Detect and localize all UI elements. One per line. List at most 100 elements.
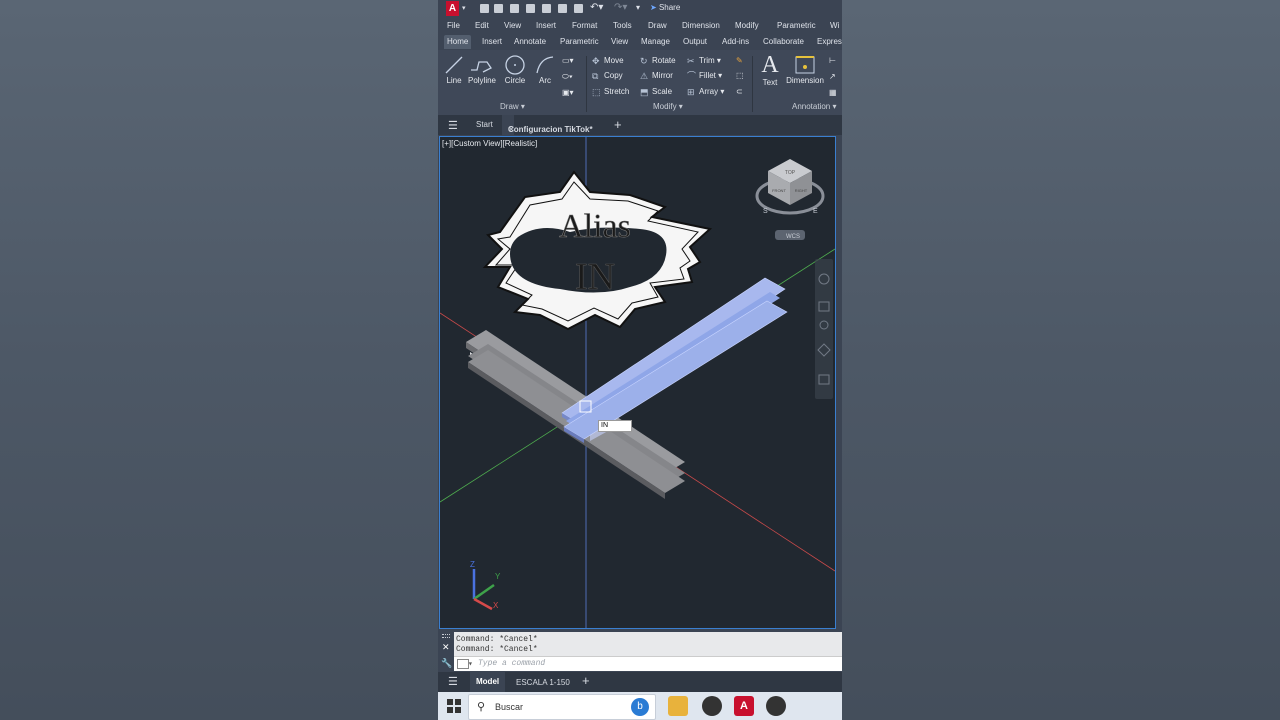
explode-icon[interactable]: ⬚ [736, 71, 744, 80]
hatch-icon[interactable]: ⬭▾ [562, 72, 573, 82]
rectangle-icon[interactable]: ▭▾ [562, 56, 574, 65]
tab-parametric[interactable]: Parametric [560, 37, 599, 46]
menu-draw[interactable]: Draw [648, 21, 667, 30]
app-menu-chevron-icon[interactable]: ▾ [462, 4, 466, 12]
file-explorer-icon[interactable] [668, 696, 688, 716]
customize-wrench-icon[interactable]: 🔧 [441, 658, 452, 669]
menu-edit[interactable]: Edit [475, 21, 489, 30]
viewport-controls-label[interactable]: [+][Custom View][Realistic] [442, 139, 537, 148]
annotation-panel-title[interactable]: Annotation ▾ [792, 102, 837, 111]
tab-add-ins[interactable]: Add-ins [722, 37, 749, 46]
sticker-text-in: IN [575, 256, 615, 298]
tab-model[interactable]: Model [470, 672, 506, 692]
tab-collaborate[interactable]: Collaborate [763, 37, 804, 46]
tab-start[interactable]: Start [476, 120, 493, 129]
tab-insert[interactable]: Insert [482, 37, 502, 46]
menu-dimension[interactable]: Dimension [682, 21, 720, 30]
command-chevron-icon[interactable]: ▾ [468, 659, 473, 669]
menu-modify[interactable]: Modify [735, 21, 759, 30]
dimension-button[interactable]: Dimension [784, 54, 826, 85]
trim-button[interactable]: ✂ Trim ▾ [687, 56, 721, 66]
text-label: Text [762, 78, 778, 87]
alias-in-sticker: Alias IN [482, 170, 713, 331]
fillet-button[interactable]: ⌒ Fillet ▾ [687, 71, 722, 81]
arc-button[interactable]: Arc [533, 54, 557, 85]
autocad-taskbar-icon[interactable]: A [734, 696, 754, 716]
tab-express[interactable]: Express [817, 37, 842, 46]
command-input[interactable]: ▾ Type a command [454, 656, 842, 671]
array-button[interactable]: ⊞ Array ▾ [687, 87, 724, 97]
tab-home[interactable]: Home [444, 35, 472, 49]
draw-panel-title[interactable]: Draw ▾ [500, 102, 525, 111]
line-label: Line [446, 76, 462, 85]
customize-qat-icon[interactable]: ▾ [636, 3, 640, 12]
app-recorder-icon[interactable] [702, 696, 722, 716]
new-file-icon[interactable] [480, 4, 489, 13]
windows-start-icon[interactable] [447, 699, 461, 713]
redo-icon[interactable]: ↷▾ [614, 2, 627, 13]
leader-icon[interactable]: ↗ [829, 72, 836, 81]
dynamic-input-field[interactable]: IN [598, 420, 632, 432]
menu-parametric[interactable]: Parametric [777, 21, 816, 30]
bing-icon[interactable]: b [631, 698, 649, 716]
menu-file[interactable]: File [447, 21, 460, 30]
background-right [842, 0, 1280, 720]
offset-icon[interactable]: ⊂ [736, 87, 743, 96]
erase-icon[interactable]: ✎ [736, 56, 743, 65]
menu-insert[interactable]: Insert [536, 21, 556, 30]
hamburger-menu-icon[interactable]: ☰ [448, 119, 458, 132]
compass-e-label: E [813, 208, 818, 215]
share-button[interactable]: ➤ Share [650, 3, 680, 12]
line-button[interactable]: Line [442, 54, 466, 85]
menu-tools[interactable]: Tools [613, 21, 632, 30]
open-file-icon[interactable] [494, 4, 503, 13]
save-web-icon[interactable] [558, 4, 567, 13]
modify-panel-title[interactable]: Modify ▾ [653, 102, 683, 111]
menu-view[interactable]: View [504, 21, 521, 30]
text-button[interactable]: A Text [758, 52, 782, 87]
table-icon[interactable]: ▦ [829, 88, 837, 97]
taskbar-search[interactable]: ⚲ Buscar b [468, 694, 656, 720]
open-web-icon[interactable] [542, 4, 551, 13]
ucs-icon: Z Y X [470, 560, 501, 611]
undo-icon[interactable]: ↶▾ [590, 2, 603, 13]
linear-dim-icon[interactable]: ⊢ [829, 56, 836, 65]
circle-button[interactable]: Circle [502, 54, 528, 85]
scale-button[interactable]: ⬒ Scale [640, 87, 672, 97]
drawing-viewport[interactable]: Alias IN TOP FRONT RIGHT S E WCS Z Y X [… [439, 136, 836, 629]
move-button[interactable]: ✥ Move [592, 56, 624, 66]
save-as-icon[interactable] [526, 4, 535, 13]
command-history-line: Command: *Cancel* [456, 645, 538, 654]
tab-manage[interactable]: Manage [641, 37, 670, 46]
plot-icon[interactable] [574, 4, 583, 13]
autocad-logo-icon[interactable]: A [446, 1, 459, 16]
mirror-button[interactable]: ⚠ Mirror [640, 71, 673, 81]
new-tab-plus-icon[interactable]: + [614, 117, 622, 132]
save-icon[interactable] [510, 4, 519, 13]
viewcube[interactable]: TOP FRONT RIGHT S E WCS [755, 159, 825, 240]
trim-icon: ✂ [687, 56, 695, 66]
viewcube-right-label: RIGHT [795, 188, 808, 193]
close-command-icon[interactable]: ✕ [442, 642, 450, 653]
layout-menu-icon[interactable]: ☰ [448, 675, 458, 688]
tab-output[interactable]: Output [683, 37, 707, 46]
tab-view[interactable]: View [611, 37, 628, 46]
menu-format[interactable]: Format [572, 21, 597, 30]
grip-icon[interactable] [442, 634, 450, 638]
copy-button[interactable]: ⧉ Copy [592, 71, 623, 81]
menu-window[interactable]: Wi [830, 21, 839, 30]
annotation-panel-label: Annotation [792, 102, 831, 111]
polyline-button[interactable]: Polyline [467, 54, 497, 85]
navigation-bar[interactable] [815, 259, 833, 399]
tab-configuracion-tiktok[interactable]: Configuracion TikTok* ✕ [502, 115, 593, 135]
tab-escala[interactable]: ESCALA 1-150 [516, 678, 570, 687]
media-player-icon[interactable] [766, 696, 786, 716]
stretch-button[interactable]: ⬚ Stretch [592, 87, 629, 97]
scale-icon: ⬒ [640, 87, 649, 97]
command-placeholder: Type a command [478, 659, 546, 668]
rotate-button[interactable]: ↻ Rotate [640, 56, 676, 66]
new-layout-plus-icon[interactable]: + [582, 673, 590, 688]
mirror-icon: ⚠ [640, 71, 649, 81]
region-icon[interactable]: ▣▾ [562, 88, 574, 97]
tab-annotate[interactable]: Annotate [514, 37, 546, 46]
